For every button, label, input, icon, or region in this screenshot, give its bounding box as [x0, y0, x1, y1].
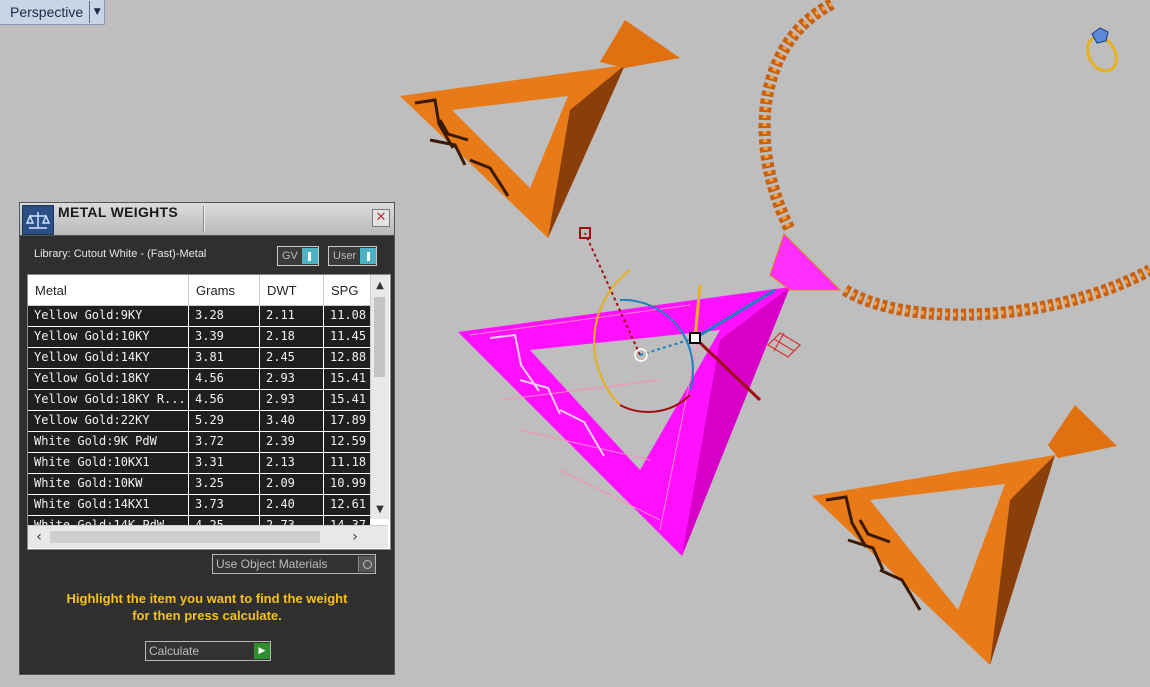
- cell-dwt: 2.09: [260, 474, 324, 494]
- cell-metal: White Gold:10KW: [28, 474, 189, 494]
- radio-icon[interactable]: [358, 556, 375, 572]
- cell-grams: 3.31: [189, 453, 260, 473]
- viewport-label: Perspective: [10, 4, 84, 20]
- cell-metal: Yellow Gold:10KY: [28, 327, 189, 347]
- column-header-metal[interactable]: Metal: [28, 275, 189, 305]
- cell-spg: 17.89: [330, 413, 367, 427]
- user-toggle-label: User: [333, 250, 357, 262]
- cell-spg: 11.45: [330, 329, 367, 343]
- table-row[interactable]: White Gold:9K PdW 3.72 2.39 12.59: [28, 432, 370, 453]
- cell-metal: Yellow Gold:14KY: [28, 348, 189, 368]
- cell-dwt: 2.39: [260, 432, 324, 452]
- table-row[interactable]: Yellow Gold:18KY 4.56 2.93 15.41: [28, 369, 370, 390]
- metal-weights-panel: METAL WEIGHTS ✕ Library: Cutout White - …: [19, 202, 395, 675]
- cell-spg: 12.61: [330, 497, 367, 511]
- vertical-scrollbar[interactable]: ▲ ▼: [370, 275, 389, 519]
- table-body: Yellow Gold:9KY 3.28 2.11 11.08 Yellow Gold…: [28, 306, 370, 537]
- cell-dwt: 2.45: [260, 348, 324, 368]
- chevron-right-icon[interactable]: ›: [346, 528, 364, 546]
- cell-metal: Yellow Gold:9KY: [28, 306, 189, 326]
- cell-grams: 5.29: [189, 411, 260, 431]
- cell-spg: 11.08: [330, 308, 367, 322]
- table-row[interactable]: White Gold:10KW 3.25 2.09 10.99: [28, 474, 370, 495]
- cell-spg: 12.59: [330, 434, 367, 448]
- close-icon[interactable]: ✕: [372, 209, 390, 227]
- gv-toggle[interactable]: GV: [277, 246, 319, 266]
- toggle-switch-icon[interactable]: [301, 248, 318, 264]
- cell-dwt: 2.93: [260, 369, 324, 389]
- cell-metal: Yellow Gold:18KY R...: [28, 390, 189, 410]
- cell-spg: 11.18: [330, 455, 367, 469]
- cell-grams: 3.73: [189, 495, 260, 515]
- chevron-down-icon[interactable]: ▼: [89, 1, 104, 23]
- chevron-up-icon[interactable]: ▲: [371, 277, 389, 295]
- cell-spg: 10.99: [330, 476, 367, 490]
- cell-dwt: 2.13: [260, 453, 324, 473]
- cell-dwt: 2.18: [260, 327, 324, 347]
- cell-grams: 3.39: [189, 327, 260, 347]
- table-row[interactable]: Yellow Gold:22KY 5.29 3.40 17.89: [28, 411, 370, 432]
- cell-grams: 4.56: [189, 390, 260, 410]
- header-divider: [203, 206, 205, 232]
- calculate-label: Calculate: [149, 644, 200, 658]
- panel-title: METAL WEIGHTS: [58, 204, 179, 220]
- gv-toggle-label: GV: [282, 250, 298, 262]
- metal-table[interactable]: Metal Grams DWT SPG Yellow Gold:9KY 3.28 2…: [27, 274, 391, 550]
- table-row[interactable]: Yellow Gold:10KY 3.39 2.18 11.45: [28, 327, 370, 348]
- chevron-left-icon[interactable]: ‹: [30, 528, 48, 546]
- pendant-selected: [458, 233, 842, 556]
- cell-grams: 3.25: [189, 474, 260, 494]
- cell-dwt: 2.40: [260, 495, 324, 515]
- cell-grams: 3.81: [189, 348, 260, 368]
- user-toggle[interactable]: User: [328, 246, 378, 266]
- toggle-switch-icon[interactable]: [360, 248, 377, 264]
- cell-spg: 12.88: [330, 350, 367, 364]
- cell-grams: 3.72: [189, 432, 260, 452]
- pendant-top-left: [400, 20, 680, 238]
- chevron-down-icon[interactable]: ▼: [371, 501, 389, 519]
- cell-metal: Yellow Gold:18KY: [28, 369, 189, 389]
- cell-metal: Yellow Gold:22KY: [28, 411, 189, 431]
- cell-dwt: 3.40: [260, 411, 324, 431]
- calculate-button[interactable]: Calculate ▶: [145, 641, 271, 661]
- ring-navigator-icon[interactable]: [1078, 24, 1122, 74]
- viewport-tab[interactable]: Perspective ▼: [0, 0, 106, 25]
- cell-grams: 3.28: [189, 306, 260, 326]
- cell-metal: White Gold:9K PdW: [28, 432, 189, 452]
- cell-dwt: 2.11: [260, 306, 324, 326]
- cell-dwt: 2.93: [260, 390, 324, 410]
- instruction-line-2: for then press calculate.: [132, 608, 282, 623]
- table-row[interactable]: Yellow Gold:14KY 3.81 2.45 12.88: [28, 348, 370, 369]
- pendant-bottom-right: [812, 405, 1117, 665]
- table-row[interactable]: White Gold:14KX1 3.73 2.40 12.61: [28, 495, 370, 516]
- library-label: Library: Cutout White - (Fast)-Metal: [34, 248, 207, 260]
- horizontal-scrollbar[interactable]: ‹ ›: [28, 525, 388, 548]
- table-header: Metal Grams DWT SPG: [28, 275, 370, 306]
- column-header-grams[interactable]: Grams: [189, 275, 260, 305]
- scale-icon: [22, 205, 54, 235]
- use-object-materials-toggle[interactable]: Use Object Materials: [212, 554, 376, 574]
- instruction-text: Highlight the item you want to find the …: [20, 590, 394, 624]
- cell-spg: 15.41: [330, 392, 367, 406]
- column-header-dwt[interactable]: DWT: [260, 275, 324, 305]
- panel-header[interactable]: METAL WEIGHTS ✕: [20, 203, 394, 236]
- scroll-thumb[interactable]: [50, 531, 320, 543]
- column-header-spg[interactable]: SPG: [324, 275, 370, 305]
- cell-metal: White Gold:14KX1: [28, 495, 189, 515]
- use-object-materials-label: Use Object Materials: [216, 557, 328, 571]
- play-icon[interactable]: ▶: [254, 643, 270, 659]
- scroll-thumb[interactable]: [374, 297, 385, 377]
- cell-metal: White Gold:10KX1: [28, 453, 189, 473]
- cell-spg: 15.41: [330, 371, 367, 385]
- instruction-line-1: Highlight the item you want to find the …: [66, 591, 348, 606]
- table-row[interactable]: White Gold:10KX1 3.31 2.13 11.18: [28, 453, 370, 474]
- table-row[interactable]: Yellow Gold:9KY 3.28 2.11 11.08: [28, 306, 370, 327]
- table-row[interactable]: Yellow Gold:18KY R... 4.56 2.93 15.41: [28, 390, 370, 411]
- cell-grams: 4.56: [189, 369, 260, 389]
